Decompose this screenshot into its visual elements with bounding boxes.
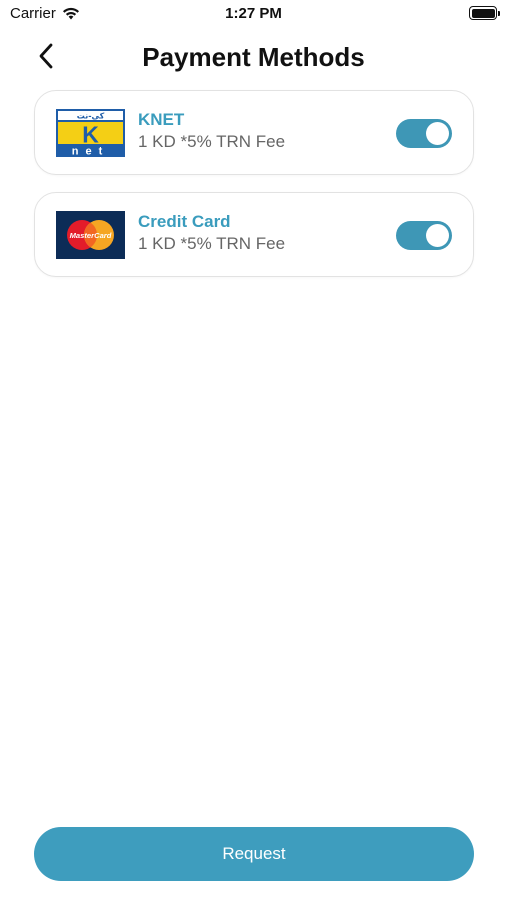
credit-card-toggle[interactable] [396, 221, 452, 250]
method-name: Credit Card [138, 212, 231, 231]
knet-logo-arabic-text: كي-نت [77, 112, 105, 121]
header: Payment Methods [0, 38, 507, 78]
knet-logo: كي-نت K net [56, 109, 125, 157]
method-fee: 1 KD *5% TRN Fee [138, 132, 286, 151]
payment-methods-list: كي-نت K net KNET 1 KD *5% TRN Fee Master… [34, 90, 474, 294]
knet-logo-letter: K [82, 122, 99, 148]
mastercard-logo-text: MasterCard [70, 231, 112, 240]
status-time: 1:27 PM [225, 5, 282, 22]
battery-level [471, 8, 495, 18]
payment-methods-screen: Carrier 1:27 PM Payment Methods كي-نت K … [0, 0, 507, 900]
method-name: KNET [138, 110, 185, 129]
request-button[interactable]: Request [34, 827, 474, 881]
battery-icon [469, 6, 500, 20]
status-right [469, 6, 500, 20]
payment-method-credit-card[interactable]: MasterCard Credit Card 1 KD *5% TRN Fee [34, 192, 474, 277]
method-fee: 1 KD *5% TRN Fee [138, 234, 286, 253]
status-bar: Carrier 1:27 PM [0, 0, 507, 28]
mastercard-logo: MasterCard [56, 211, 125, 259]
knet-logo-net-text: net [72, 146, 110, 158]
knet-toggle[interactable] [396, 119, 452, 148]
knet-text-block: KNET 1 KD *5% TRN Fee [138, 110, 285, 153]
toggle-knob [426, 224, 449, 247]
credit-card-text-block: Credit Card 1 KD *5% TRN Fee [138, 212, 285, 255]
payment-method-knet[interactable]: كي-نت K net KNET 1 KD *5% TRN Fee [34, 90, 474, 175]
toggle-knob [426, 122, 449, 145]
page-title: Payment Methods [142, 42, 365, 72]
